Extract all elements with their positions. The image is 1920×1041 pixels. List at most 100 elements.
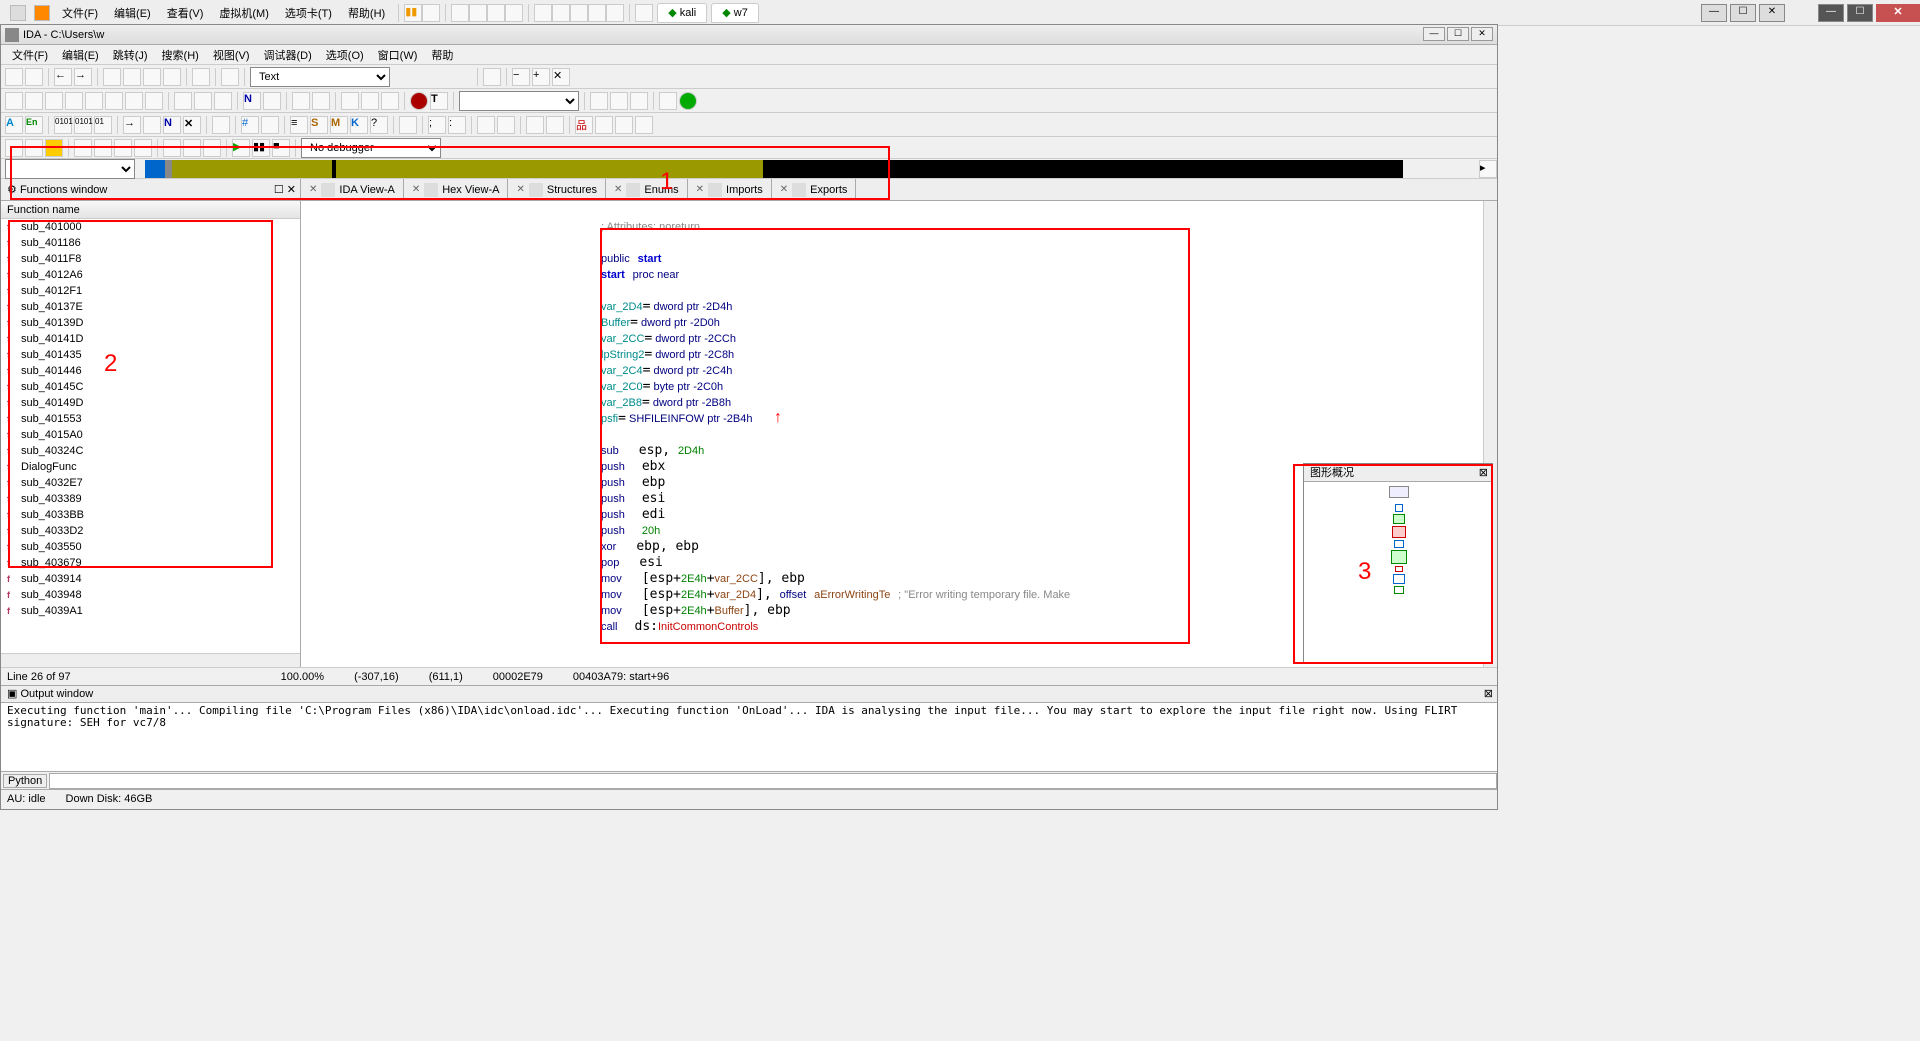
k-icon[interactable]: K	[350, 116, 368, 134]
function-item[interactable]: fsub_4033D2	[1, 523, 300, 539]
function-item[interactable]: fsub_40149D	[1, 395, 300, 411]
host-maximize-icon[interactable]: ☐	[1847, 4, 1873, 22]
tb-icon[interactable]	[630, 92, 648, 110]
colon-icon[interactable]: :	[448, 116, 466, 134]
function-item[interactable]: fsub_403550	[1, 539, 300, 555]
vm-menu-tabs[interactable]: 选项卡(T)	[277, 2, 340, 24]
function-item[interactable]: fsub_403679	[1, 555, 300, 571]
vm-menu-view[interactable]: 查看(V)	[159, 2, 212, 24]
tb-icon[interactable]	[5, 92, 23, 110]
tab-close-icon[interactable]: ✕	[780, 184, 788, 195]
vm-tool5-icon[interactable]	[534, 4, 552, 22]
tb-icon[interactable]	[143, 68, 161, 86]
vm-tool1-icon[interactable]	[451, 4, 469, 22]
tb-icon[interactable]	[194, 92, 212, 110]
x2-icon[interactable]: ✕	[183, 116, 201, 134]
tb-icon[interactable]	[25, 139, 43, 157]
play-icon[interactable]: ▶	[232, 139, 250, 157]
vm-menu-help[interactable]: 帮助(H)	[340, 2, 393, 24]
tb-icon[interactable]	[261, 116, 279, 134]
tb-icon[interactable]	[595, 116, 613, 134]
t-icon[interactable]: T	[430, 92, 448, 110]
tab-enums[interactable]: ✕Enums	[606, 179, 688, 200]
a-icon[interactable]: A	[5, 116, 23, 134]
tab-structures[interactable]: ✕Structures	[508, 179, 606, 200]
tb-icon[interactable]	[5, 139, 23, 157]
navigation-band[interactable]	[145, 160, 1479, 178]
stop-icon[interactable]: ■	[272, 139, 290, 157]
tb-icon[interactable]	[105, 92, 123, 110]
vm-pause-icon[interactable]: ▮▮	[404, 4, 422, 22]
vm-close-icon[interactable]: ✕	[1759, 4, 1785, 22]
vm-menu-vm[interactable]: 虚拟机(M)	[211, 2, 277, 24]
tb-icon[interactable]	[615, 116, 633, 134]
tb-icon[interactable]	[526, 116, 544, 134]
function-item[interactable]: fsub_403914	[1, 571, 300, 587]
save-icon[interactable]	[25, 68, 43, 86]
nav-end-icon[interactable]: ▸	[1479, 160, 1497, 178]
tb-icon[interactable]	[212, 116, 230, 134]
tb-icon[interactable]	[25, 92, 43, 110]
vm-tab-kali[interactable]: ◆ kali	[657, 3, 707, 23]
pause2-icon[interactable]: ▮▮	[252, 139, 270, 157]
tb-icon[interactable]: →	[123, 116, 141, 134]
semi-icon[interactable]: ;	[428, 116, 446, 134]
ida-minimize-icon[interactable]: —	[1423, 27, 1445, 41]
disassembly-view[interactable]: ; Attributes: noreturn public start star…	[301, 201, 1497, 667]
menu-jump[interactable]: 跳转(J)	[106, 45, 155, 65]
python-input[interactable]	[49, 773, 1497, 789]
tab-close-icon[interactable]: ✕	[614, 184, 622, 195]
menu-search[interactable]: 搜索(H)	[155, 45, 206, 65]
tb-icon[interactable]	[192, 68, 210, 86]
function-item[interactable]: fsub_4012A6	[1, 267, 300, 283]
tb-icon[interactable]	[263, 92, 281, 110]
tb-icon[interactable]	[361, 92, 379, 110]
vm-fullscreen-icon[interactable]	[570, 4, 588, 22]
tb-icon[interactable]: 0101	[54, 116, 72, 134]
function-item[interactable]: fsub_4012F1	[1, 283, 300, 299]
menu-window[interactable]: 窗口(W)	[371, 45, 425, 65]
tb-icon[interactable]	[381, 92, 399, 110]
tab-imports[interactable]: ✕Imports	[688, 179, 772, 200]
tb-icon[interactable]	[45, 92, 63, 110]
menu-options[interactable]: 选项(O)	[319, 45, 371, 65]
tab-ida-view-a[interactable]: ✕IDA View-A	[301, 179, 404, 200]
function-item[interactable]: fsub_403389	[1, 491, 300, 507]
h-scrollbar[interactable]	[1, 653, 300, 667]
vm-minimize-icon[interactable]: —	[1701, 4, 1727, 22]
segment-combo[interactable]	[5, 159, 135, 179]
text-combo[interactable]: Text	[250, 67, 390, 87]
function-name-header[interactable]: Function name	[1, 201, 300, 219]
vm-menu-file[interactable]: 文件(F)	[54, 2, 106, 24]
function-item[interactable]: fsub_401553	[1, 411, 300, 427]
n2-icon[interactable]: N	[163, 116, 181, 134]
hash-icon[interactable]: #	[241, 116, 259, 134]
vm-home-icon[interactable]	[10, 5, 26, 21]
tab-close-icon[interactable]: ✕	[309, 184, 317, 195]
ida-maximize-icon[interactable]: ☐	[1447, 27, 1469, 41]
debugger-combo[interactable]: No debugger	[301, 138, 441, 158]
en-icon[interactable]: En	[25, 116, 43, 134]
graph-close-icon[interactable]: ⊠	[1479, 464, 1488, 482]
tb-icon[interactable]	[85, 92, 103, 110]
plus-icon[interactable]: +	[532, 68, 550, 86]
tb-icon[interactable]	[94, 139, 112, 157]
menu-debugger[interactable]: 调试器(D)	[257, 45, 319, 65]
vm-tabview-icon[interactable]	[635, 4, 653, 22]
tb-icon[interactable]	[134, 139, 152, 157]
forward-icon[interactable]: →	[74, 68, 92, 86]
function-item[interactable]: fsub_4039A1	[1, 603, 300, 619]
function-item[interactable]: fsub_401000	[1, 219, 300, 235]
ida-close-icon[interactable]: ✕	[1471, 27, 1493, 41]
vm-power-icon[interactable]	[422, 4, 440, 22]
tb-icon[interactable]	[183, 139, 201, 157]
vm-app-icon[interactable]	[34, 5, 50, 21]
function-item[interactable]: fsub_403948	[1, 587, 300, 603]
tb-icon[interactable]	[203, 139, 221, 157]
tb-icon[interactable]: ≡	[290, 116, 308, 134]
functions-window-header[interactable]: ⚙ Functions window ☐ ✕	[1, 179, 301, 200]
menu-edit[interactable]: 编辑(E)	[55, 45, 106, 65]
vm-tool7-icon[interactable]	[588, 4, 606, 22]
n-icon[interactable]: N	[243, 92, 261, 110]
tab-close-icon[interactable]: ✕	[516, 184, 524, 195]
